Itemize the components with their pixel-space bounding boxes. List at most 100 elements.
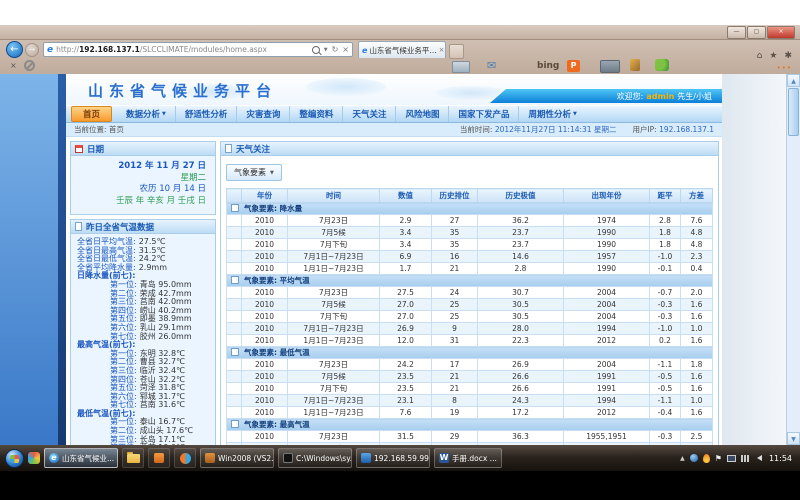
stop-icon[interactable]: ×: [342, 45, 349, 54]
bing-logo[interactable]: bing: [537, 61, 559, 71]
people-icon[interactable]: [655, 59, 669, 71]
nav-item-1[interactable]: 首页: [71, 106, 112, 122]
refresh-icon[interactable]: ↻: [332, 45, 339, 54]
minimize-button[interactable]: —: [727, 26, 746, 39]
hidden-icons-chevron-icon[interactable]: ▲: [680, 455, 685, 462]
table-row[interactable]: 20107月23日31.52936.31955,1951-0.32.5: [227, 431, 713, 443]
tray-blue-icon[interactable]: [690, 454, 698, 462]
nav-item-5[interactable]: 整编资料: [289, 106, 342, 122]
group-cell: 气象要素: 最低气温: [227, 347, 713, 359]
settings-gear-icon[interactable]: ✱: [784, 51, 792, 61]
group-row[interactable]: 气象要素: 平均气温: [227, 275, 713, 287]
forward-button[interactable]: →: [25, 43, 39, 57]
table-row[interactable]: 20107月23日2.92736.219742.87.6: [227, 215, 713, 227]
network-icon[interactable]: [741, 455, 749, 462]
chevron-down-icon[interactable]: ▼: [324, 47, 328, 53]
toolbar-close-icon[interactable]: ×: [10, 61, 17, 70]
location-value[interactable]: 首页: [109, 124, 124, 135]
group-row[interactable]: 气象要素: 最低气温: [227, 347, 713, 359]
taskbar-explorer-button[interactable]: [122, 448, 144, 468]
bing-p-icon[interactable]: P: [567, 60, 580, 72]
table-row[interactable]: 20107月23日24.21726.92004-1.11.8: [227, 359, 713, 371]
taskbar-button-4[interactable]: W手册.docx ...: [434, 448, 502, 468]
table-row[interactable]: 20107月1日~7月23日23.1824.31994-1.11.0: [227, 395, 713, 407]
table-row[interactable]: 20107月23日27.52430.72004-0.72.0: [227, 287, 713, 299]
taskbar-app-button[interactable]: [148, 448, 170, 468]
nav-item-3[interactable]: 舒适性分析: [175, 106, 237, 122]
table-cell: 2010: [242, 263, 288, 275]
ie-icon: e: [49, 453, 59, 463]
nav-item-7[interactable]: 风险地图: [395, 106, 448, 122]
table-row[interactable]: 20107月下旬27.02530.52004-0.31.6: [227, 311, 713, 323]
back-button[interactable]: ←: [6, 41, 23, 58]
taskbar-clock[interactable]: 11:54: [769, 454, 792, 463]
maximize-button[interactable]: ▢: [747, 26, 766, 39]
nav-item-8[interactable]: 国家下发产品: [448, 106, 518, 122]
camera-icon[interactable]: [600, 60, 620, 73]
taskbar-ie-button[interactable]: e 山东省气候业...: [44, 448, 118, 468]
input-method-icon[interactable]: [703, 454, 710, 463]
action-center-flag-icon[interactable]: ⚑: [715, 454, 722, 463]
table-cell: -1.1: [650, 395, 681, 407]
group-row[interactable]: 气象要素: 最高气温: [227, 419, 713, 431]
start-button[interactable]: [5, 449, 24, 468]
home-icon[interactable]: ⌂: [757, 51, 763, 61]
welcome-suffix: 先生/小姐: [677, 91, 712, 102]
taskbar-media-button[interactable]: [174, 448, 196, 468]
location-label: 当前位置:: [74, 124, 107, 135]
table-cell: 24.3: [478, 395, 564, 407]
column-header: 出现年份: [564, 189, 650, 203]
browser-tab[interactable]: e 山东省气候业务平... ×: [358, 41, 446, 58]
screen-bottom-edge: [0, 471, 800, 500]
tab-close-icon[interactable]: ×: [439, 46, 445, 54]
group-row[interactable]: 气象要素: 降水量: [227, 203, 713, 215]
table-row[interactable]: 20107月1日~7月23日6.91614.61957-1.02.3: [227, 251, 713, 263]
window-titlebar: — ▢ ×: [0, 25, 800, 40]
taskbar-button-2[interactable]: C:\Windows\sy...: [278, 448, 352, 468]
pinwheel-icon[interactable]: [28, 452, 40, 464]
table-cell: 21: [432, 371, 478, 383]
page-scrollbar[interactable]: ▲ ▼: [786, 74, 800, 445]
scrollbar-thumb[interactable]: [788, 88, 799, 136]
group-checkbox[interactable]: [231, 348, 239, 356]
speaker-icon[interactable]: [754, 455, 762, 461]
table-row[interactable]: 20101月1日~7月23日7.61917.22012-0.41.6: [227, 407, 713, 419]
table-row[interactable]: 20107月下旬3.43523.719901.84.8: [227, 239, 713, 251]
table-cell: 1.7: [380, 263, 432, 275]
table-cell: 30.5: [478, 299, 564, 311]
address-bar[interactable]: e http://192.168.137.1/SLCCLIMATE/module…: [43, 42, 353, 57]
nav-item-9[interactable]: 周期性分析▼: [518, 106, 585, 122]
taskbar-button-3[interactable]: 192.168.59.99...: [356, 448, 430, 468]
table-row[interactable]: 20107月5候23.52126.61991-0.51.6: [227, 371, 713, 383]
taskbar-button-1[interactable]: Win2008 (VS2...: [200, 448, 274, 468]
table-row[interactable]: 20107月5候3.43523.719901.84.8: [227, 227, 713, 239]
table-row[interactable]: 20107月5候27.02530.52004-0.31.6: [227, 299, 713, 311]
nav-item-4[interactable]: 灾害查询: [236, 106, 289, 122]
scroll-up-icon[interactable]: ▲: [787, 74, 800, 87]
cards-icon[interactable]: [452, 61, 470, 73]
group-checkbox[interactable]: [231, 420, 239, 428]
table-cell: 4.8: [681, 227, 713, 239]
table-cell: 17: [432, 359, 478, 371]
blocked-icon[interactable]: [24, 60, 35, 71]
table-cell: 26.6: [478, 383, 564, 395]
scroll-down-icon[interactable]: ▼: [787, 432, 800, 445]
group-checkbox[interactable]: [231, 204, 239, 212]
table-row[interactable]: 20107月下旬23.52126.61991-0.51.6: [227, 383, 713, 395]
group-checkbox[interactable]: [231, 276, 239, 284]
brush-icon[interactable]: [630, 59, 640, 71]
table-cell: 2010: [242, 299, 288, 311]
nav-item-6[interactable]: 天气关注: [342, 106, 395, 122]
table-row[interactable]: 20107月1日~7月23日26.9928.01994-1.01.0: [227, 323, 713, 335]
favorites-star-icon[interactable]: ★: [769, 51, 777, 61]
element-filter-button[interactable]: 气象要素 ▼: [226, 164, 282, 181]
table-row[interactable]: 20101月1日~7月23日1.7212.81990-0.10.4: [227, 263, 713, 275]
table-row[interactable]: 20101月1日~7月23日12.03122.320120.21.6: [227, 335, 713, 347]
search-icon[interactable]: [312, 46, 320, 54]
close-button[interactable]: ×: [767, 26, 795, 39]
more-options-icon[interactable]: •••: [777, 64, 792, 72]
dual-monitor-icon[interactable]: [727, 455, 736, 462]
mail-icon[interactable]: ✉: [487, 59, 496, 72]
nav-item-2[interactable]: 数据分析▼: [117, 106, 175, 122]
new-tab-button[interactable]: [449, 44, 464, 59]
